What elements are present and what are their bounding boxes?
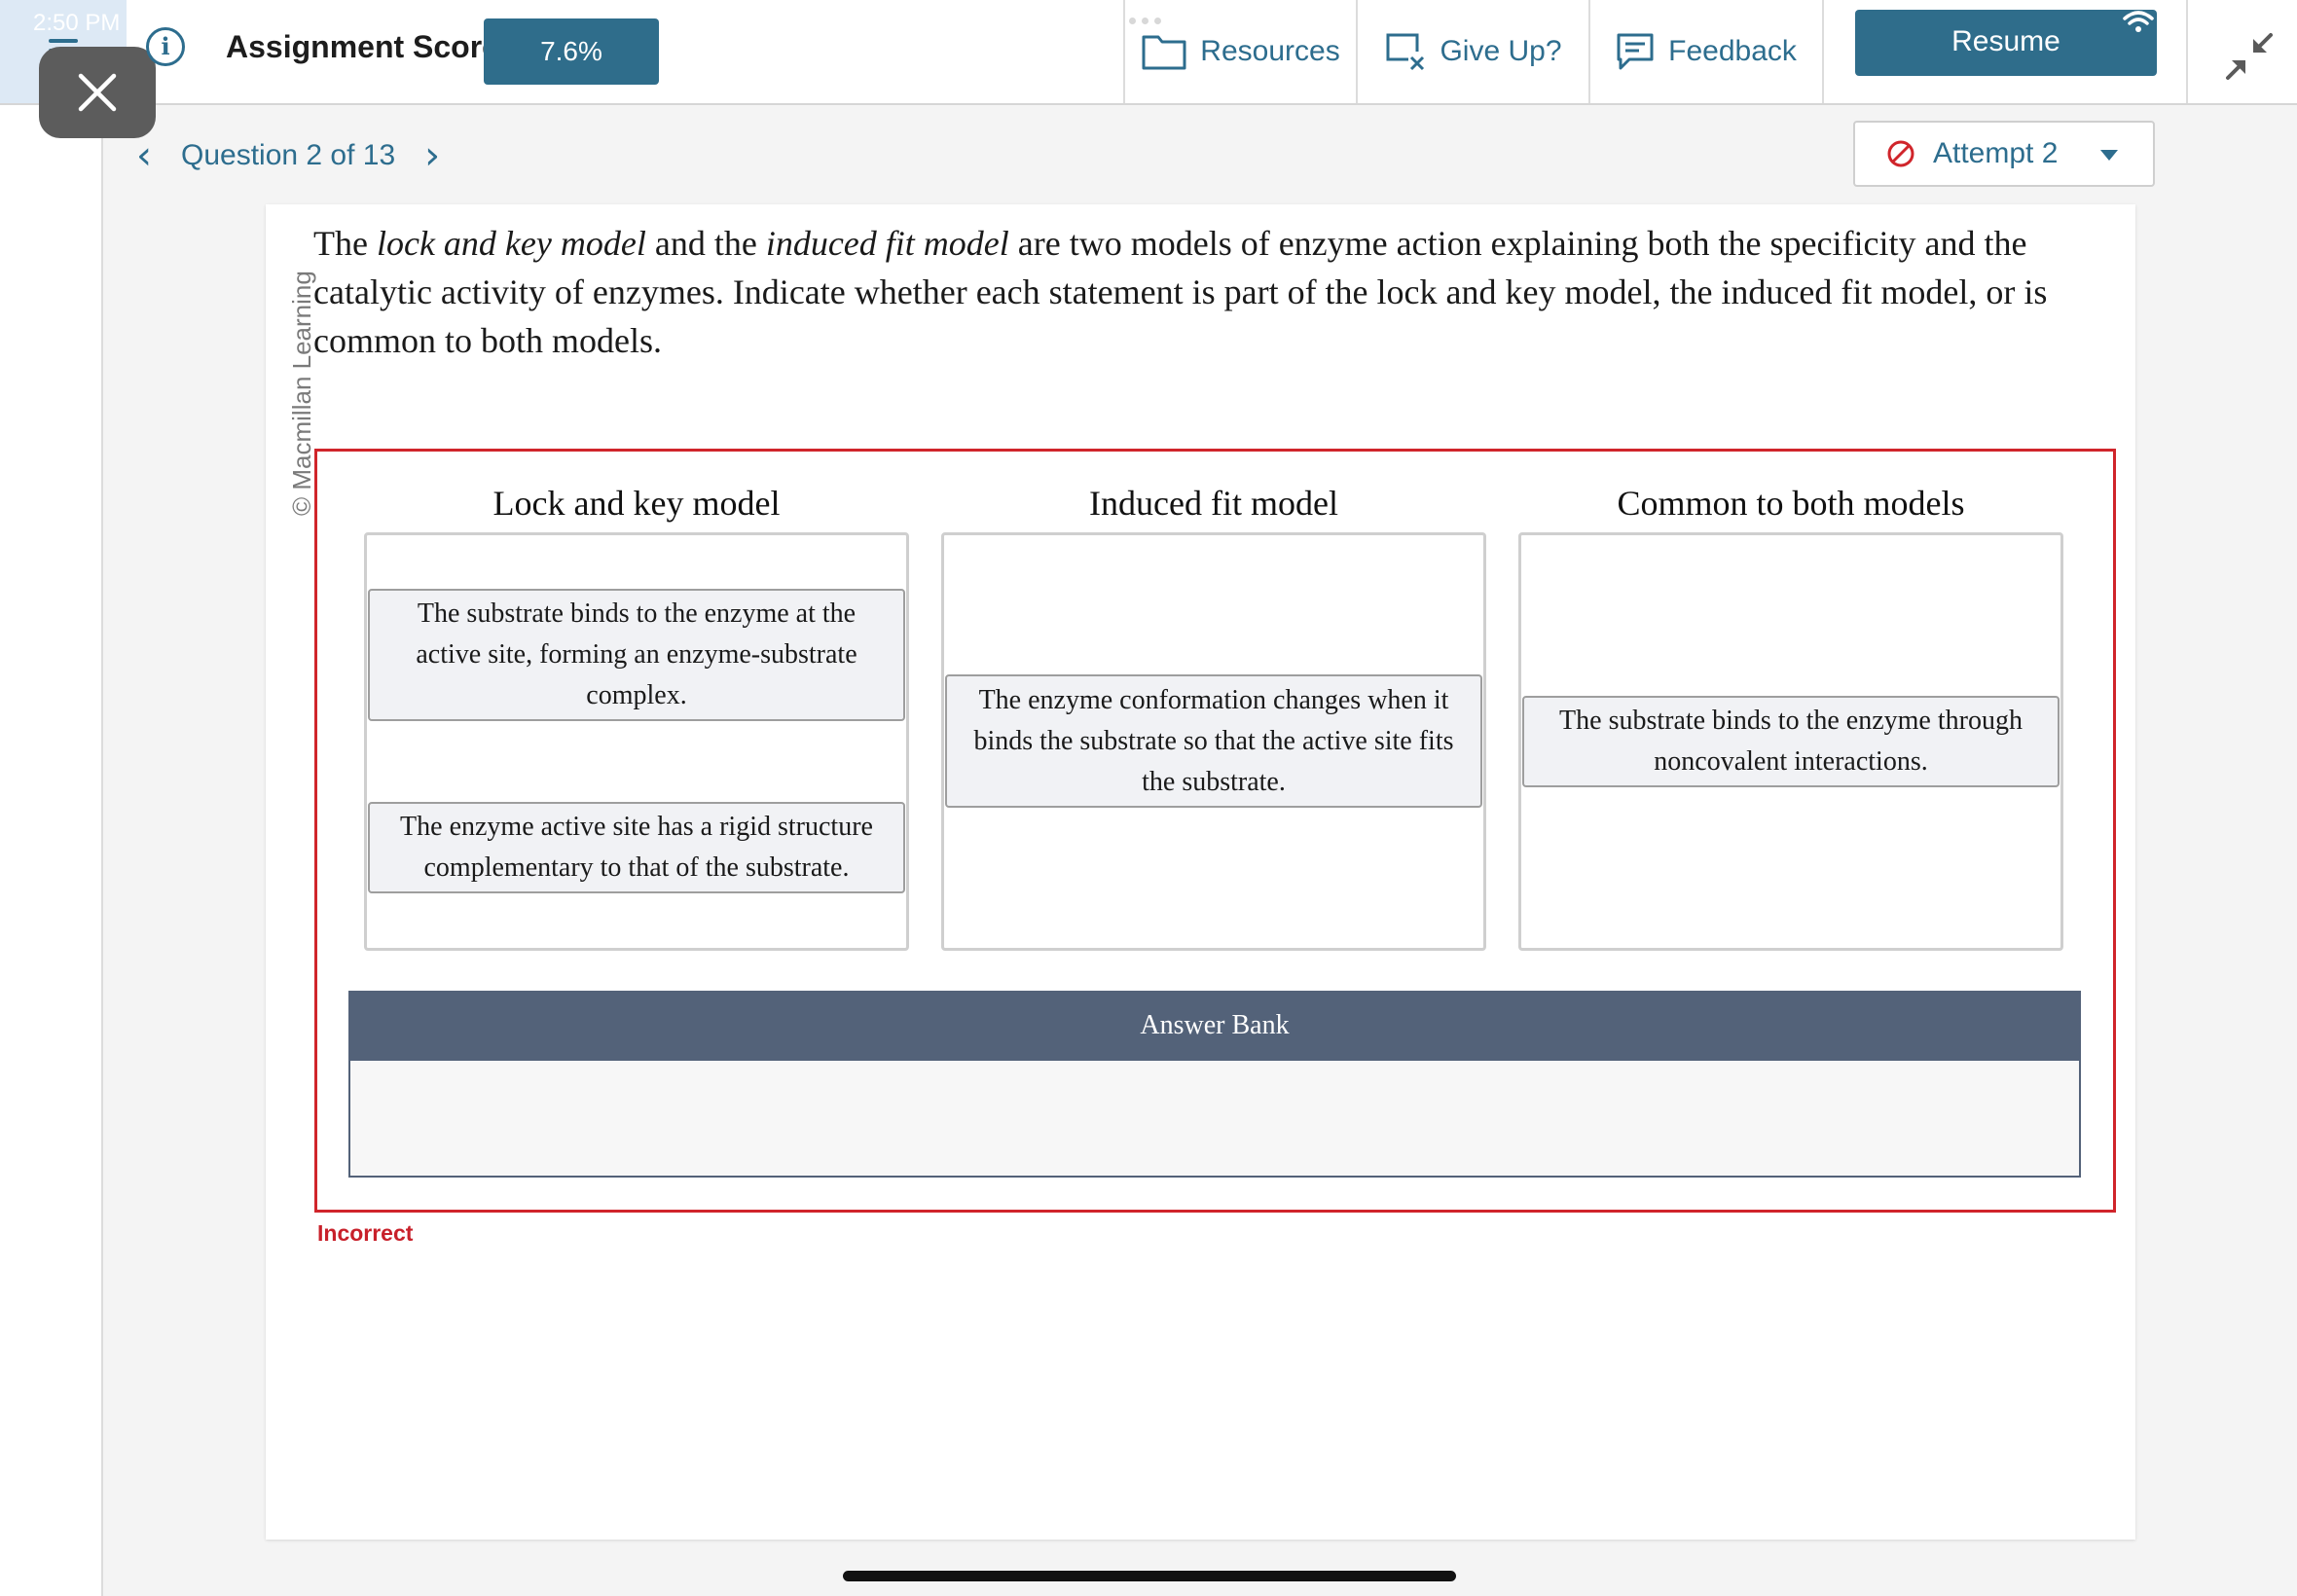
assignment-score-value: 7.6%: [484, 18, 659, 85]
question-counter[interactable]: Question 2 of 13: [181, 139, 395, 172]
prompt-term-lock-and-key: lock and key model: [376, 224, 646, 263]
feedback-button[interactable]: Feedback: [1588, 0, 1822, 103]
bin-title-lock-and-key: Lock and key model: [492, 484, 781, 523]
wifi-icon: [2123, 11, 2154, 32]
previous-question-icon[interactable]: ‹: [136, 136, 152, 175]
home-indicator[interactable]: [843, 1571, 1456, 1581]
prompt-text: and the: [645, 224, 766, 263]
folder-icon: [1142, 35, 1186, 70]
close-button[interactable]: [39, 47, 156, 138]
resume-button[interactable]: Resume: [1855, 10, 2157, 76]
top-toolbar: 2:50 PM Assignment Score: 7.6% Resources…: [0, 0, 2297, 105]
answer-tile[interactable]: The substrate binds to the enzyme throug…: [1522, 696, 2060, 787]
answer-tile[interactable]: The substrate binds to the enzyme at the…: [368, 589, 905, 721]
attempt-label: Attempt 2: [1933, 137, 2059, 169]
resources-button[interactable]: Resources: [1123, 0, 1357, 103]
question-navigation: ‹ Question 2 of 13 ›: [136, 136, 440, 175]
attempt-dropdown[interactable]: Attempt 2: [1853, 121, 2155, 187]
assignment-score-label: Assignment Score:: [226, 29, 510, 64]
bin-title-common: Common to both models: [1617, 484, 1965, 523]
close-icon: [78, 73, 117, 112]
dropdown-caret-icon: [2100, 150, 2118, 161]
left-rail: [0, 105, 103, 1596]
give-up-icon: [1386, 33, 1425, 71]
prompt-term-induced-fit: induced fit model: [765, 224, 1009, 263]
result-status: Incorrect: [317, 1220, 414, 1246]
question-prompt: The lock and key model and the induced f…: [313, 219, 2124, 365]
next-question-icon[interactable]: ›: [424, 136, 440, 175]
info-icon[interactable]: i: [146, 27, 185, 66]
answer-tile[interactable]: The enzyme active site has a rigid struc…: [368, 802, 905, 893]
feedback-icon: [1617, 33, 1654, 70]
prohibited-icon: [1887, 140, 1914, 167]
answer-bank-header: Answer Bank: [348, 991, 2081, 1061]
bin-title-induced-fit: Induced fit model: [1089, 484, 1338, 523]
answer-bank[interactable]: [348, 1061, 2081, 1178]
prompt-text: The: [313, 224, 377, 263]
give-up-label: Give Up?: [1440, 35, 1562, 67]
resources-label: Resources: [1200, 35, 1340, 67]
answer-tile[interactable]: The enzyme conformation changes when it …: [945, 674, 1482, 808]
feedback-label: Feedback: [1668, 35, 1797, 67]
collapse-icon[interactable]: [2224, 31, 2275, 82]
give-up-button[interactable]: Give Up?: [1356, 0, 1589, 103]
